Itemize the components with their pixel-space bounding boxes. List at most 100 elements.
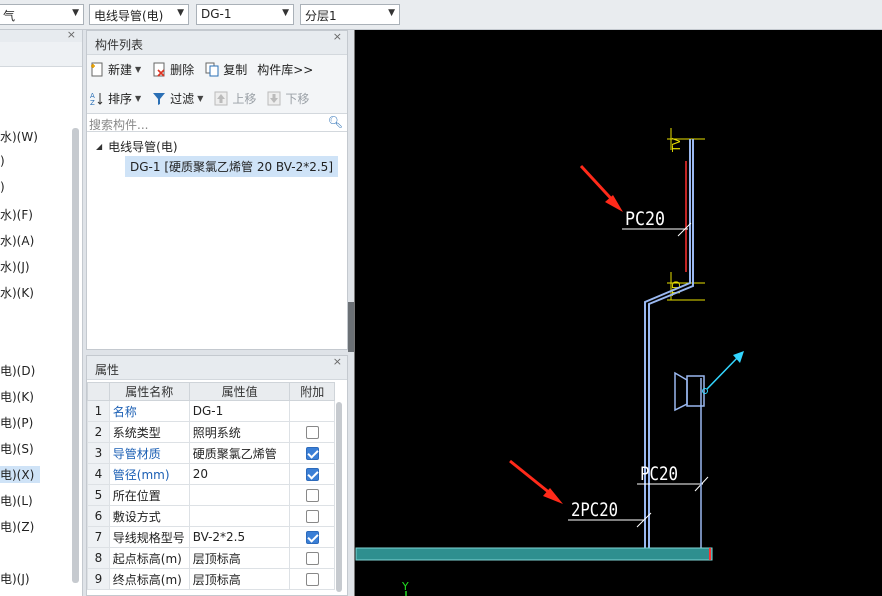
component-dropdown[interactable]: DG-1 ▼: [196, 4, 294, 25]
extra-checkbox[interactable]: [305, 531, 319, 544]
left-nav-item[interactable]: 水)(F): [0, 206, 33, 223]
left-nav-item[interactable]: 水)(J): [0, 258, 30, 275]
left-nav-item[interactable]: 水)(A): [0, 232, 34, 249]
component-library-button[interactable]: 构件库>>: [257, 61, 313, 78]
left-panel-subheader: [0, 42, 82, 67]
left-nav-item[interactable]: 电)(L): [0, 492, 33, 509]
left-nav-item[interactable]: 电)(S): [0, 440, 34, 457]
left-nav-item[interactable]: 水)(W): [0, 128, 38, 145]
category-dropdown[interactable]: 气 ▼: [0, 4, 84, 25]
property-name: 所在位置: [108, 484, 190, 506]
expand-triangle-icon[interactable]: ◢: [96, 142, 102, 151]
move-up-label: 上移: [232, 92, 257, 106]
property-row[interactable]: 5 所在位置: [87, 484, 335, 506]
property-row[interactable]: 2 系统类型 照明系统: [87, 421, 335, 443]
new-document-icon: [89, 62, 105, 78]
property-extra-cell: [289, 421, 335, 443]
tree-node-child[interactable]: DG-1 [硬质聚氯乙烯管 20 BV-2*2.5]: [87, 155, 347, 177]
left-nav-item[interactable]: ): [0, 180, 5, 194]
property-value[interactable]: 层顶标高: [188, 568, 291, 590]
property-row[interactable]: 6 敷设方式: [87, 505, 335, 527]
move-up-button[interactable]: 上移: [213, 90, 256, 107]
chevron-down-icon: ▼: [72, 8, 79, 18]
property-name: 敷设方式: [108, 505, 190, 527]
left-nav-item[interactable]: 电)(D): [0, 362, 35, 379]
property-value[interactable]: 20: [188, 463, 291, 485]
property-row[interactable]: 8 起点标高(m) 层顶标高: [87, 547, 335, 569]
y-axis-label: Y: [401, 580, 409, 593]
property-row-number: 4: [87, 463, 110, 485]
property-row[interactable]: 9 终点标高(m) 层顶标高: [87, 568, 335, 590]
left-nav-item[interactable]: 电)(P): [0, 414, 33, 431]
property-value[interactable]: [188, 484, 291, 506]
component-tree: ◢ 电线导管(电) DG-1 [硬质聚氯乙烯管 20 BV-2*2.5]: [87, 132, 347, 177]
left-nav-item[interactable]: 电)(J): [0, 570, 30, 587]
extra-checkbox[interactable]: [305, 510, 319, 523]
property-row[interactable]: 4 管径(mm) 20: [87, 463, 335, 485]
component-library-label: 构件库>>: [257, 63, 314, 77]
delete-icon: [151, 62, 167, 78]
filter-button-label: 过滤: [170, 92, 195, 106]
property-row[interactable]: 3 导管材质 硬质聚氯乙烯管: [87, 442, 335, 464]
layer-dropdown[interactable]: 分层1 ▼: [300, 4, 400, 25]
chevron-down-icon: ▼: [135, 94, 142, 103]
left-nav-item[interactable]: 电)(Z): [0, 518, 34, 535]
properties-scrollbar[interactable]: [336, 402, 342, 592]
floor-slab: [355, 547, 713, 561]
speaker-icon[interactable]: [674, 351, 744, 548]
drawing-canvas[interactable]: TV TD PC20 PC20 2PC20 Y: [354, 30, 882, 596]
arrow-down-icon: [266, 91, 282, 107]
chevron-down-icon: ▼: [135, 65, 142, 74]
left-nav-item[interactable]: 电)(K): [0, 388, 34, 405]
property-value[interactable]: DG-1: [188, 400, 291, 422]
property-row-number: 1: [87, 400, 110, 422]
property-row[interactable]: 7 导线规格型号 BV-2*2.5: [87, 526, 335, 548]
left-nav-item[interactable]: 电)(X): [0, 466, 41, 483]
property-value[interactable]: 硬质聚氯乙烯管: [188, 442, 291, 464]
property-extra-cell: [289, 547, 335, 569]
close-icon[interactable]: ×: [333, 30, 342, 43]
header-extra: 附加: [289, 382, 335, 401]
left-nav-item[interactable]: 水)(K): [0, 284, 34, 301]
properties-title: 属性: [95, 363, 120, 377]
copy-icon: [204, 62, 220, 78]
property-value[interactable]: 照明系统: [188, 421, 291, 443]
new-button[interactable]: 新建 ▼: [89, 61, 141, 78]
close-icon[interactable]: ×: [333, 355, 342, 368]
pc20-bottom-label: 2PC20: [571, 499, 618, 521]
extra-checkbox[interactable]: [305, 489, 319, 502]
extra-checkbox[interactable]: [305, 552, 319, 565]
component-dropdown-value: DG-1: [201, 7, 232, 21]
property-row-number: 7: [87, 526, 110, 548]
extra-checkbox[interactable]: [305, 447, 319, 460]
properties-table: 属性名称 属性值 附加 1 名称 DG-1 2 系统类型 照明系统 3 导管材质 硬质聚氯乙烯管…: [87, 382, 335, 590]
extra-checkbox[interactable]: [305, 426, 319, 439]
component-toolbar-row1: 新建 ▼ 删除 复制 构件库>>: [87, 55, 347, 84]
search-input[interactable]: 搜索构件... 🔍︎: [87, 113, 347, 132]
top-toolbar: 气 ▼ 电线导管(电) ▼ DG-1 ▼ 分层1 ▼: [0, 0, 882, 30]
extra-checkbox[interactable]: [305, 573, 319, 586]
component-toolbar-row2: AZ 排序 ▼ 过滤 ▼ 上移 下移: [87, 84, 347, 113]
type-dropdown[interactable]: 电线导管(电) ▼: [89, 4, 189, 25]
copy-button[interactable]: 复制: [204, 61, 247, 78]
delete-button[interactable]: 删除: [151, 61, 194, 78]
extra-checkbox[interactable]: [305, 468, 319, 481]
properties-panel: 属性 × 属性名称 属性值 附加 1 名称 DG-1 2 系统类型 照明系统 3 导管材质 硬质…: [86, 355, 348, 596]
property-extra-cell: [289, 568, 335, 590]
red-arrow-top: [579, 164, 623, 212]
property-value[interactable]: [188, 505, 291, 527]
left-panel-scrollbar[interactable]: [72, 128, 79, 583]
tree-node-root[interactable]: ◢ 电线导管(电): [87, 136, 347, 156]
new-button-label: 新建: [108, 63, 133, 77]
arrow-up-icon: [213, 91, 229, 107]
close-icon[interactable]: ×: [67, 28, 76, 41]
chevron-down-icon: ▼: [177, 8, 184, 18]
filter-button[interactable]: 过滤 ▼: [151, 90, 203, 107]
property-value[interactable]: 层顶标高: [188, 547, 291, 569]
property-value[interactable]: BV-2*2.5: [188, 526, 291, 548]
property-row[interactable]: 1 名称 DG-1: [87, 400, 335, 422]
left-nav-item[interactable]: ): [0, 154, 5, 168]
move-down-button[interactable]: 下移: [266, 90, 309, 107]
sort-button[interactable]: AZ 排序 ▼: [89, 90, 141, 107]
search-icon[interactable]: 🔍︎: [328, 115, 343, 129]
